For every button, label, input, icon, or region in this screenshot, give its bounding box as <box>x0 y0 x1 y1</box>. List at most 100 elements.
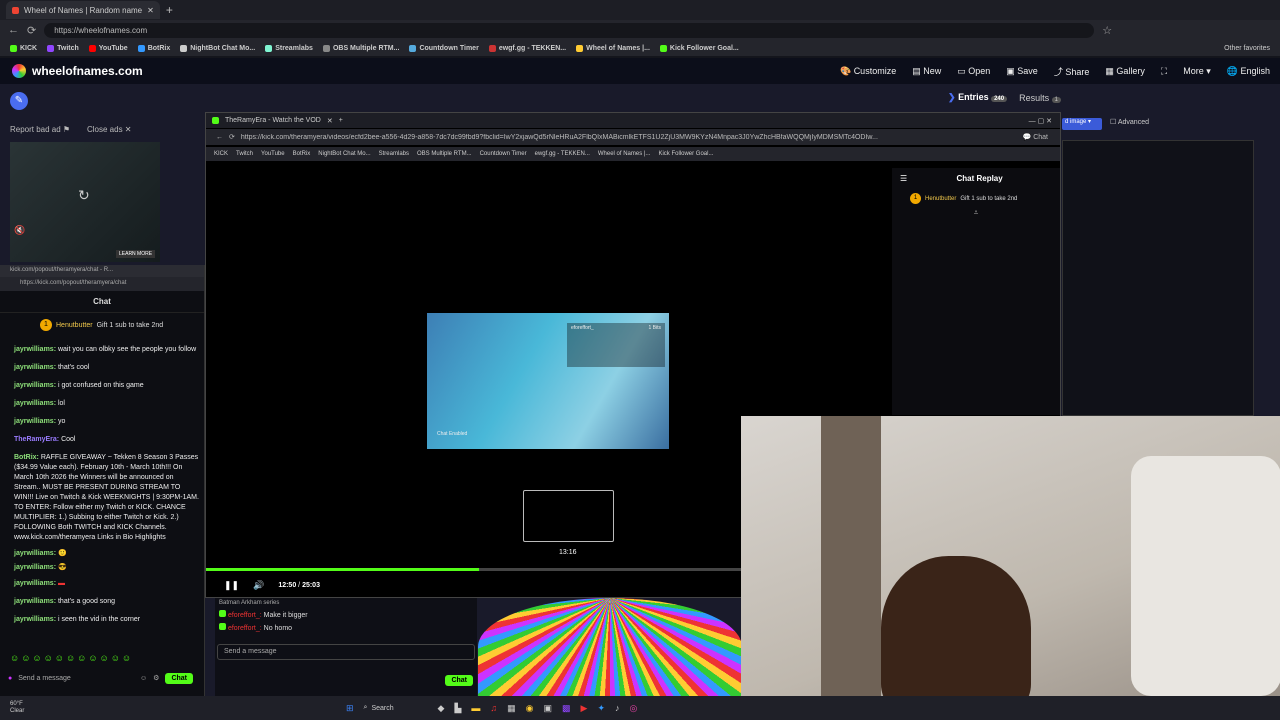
video-frame[interactable]: eforeffort_ 1 Bits Chat Enabled <box>427 313 669 449</box>
message-user[interactable]: jayrwilliams: <box>14 616 56 623</box>
browser-tab[interactable]: Wheel of Names | Random name ✕ <box>6 1 160 19</box>
bookmark-label[interactable]: KICK <box>214 151 228 157</box>
message-user[interactable]: jayrwilliams: <box>14 564 56 571</box>
chat-send-button[interactable]: Chat <box>165 672 193 684</box>
bookmark-label[interactable]: Wheel of Names |... <box>598 151 651 157</box>
bookmark-twitch[interactable]: Twitch <box>47 44 79 52</box>
message-user[interactable]: TheRamyEra: <box>14 436 59 443</box>
app-icon[interactable]: ▙ <box>454 703 461 714</box>
emoji-icon[interactable]: ☺ <box>140 675 147 682</box>
close-icon[interactable]: ✕ <box>147 6 154 15</box>
settings-icon[interactable]: ⚙ <box>153 674 159 682</box>
close-icon[interactable]: ✕ <box>327 117 333 125</box>
entries-textarea[interactable] <box>1062 140 1254 416</box>
bookmark-wheel[interactable]: Wheel of Names |... <box>576 44 650 52</box>
window-controls[interactable]: — ▢ ✕ <box>1029 117 1052 125</box>
url-field[interactable]: https://wheelofnames.com <box>44 22 1095 38</box>
back-icon[interactable]: ← <box>8 24 19 36</box>
wheel-spinner[interactable] <box>478 598 742 696</box>
add-image-button[interactable]: d image ▾ <box>1062 118 1102 130</box>
bookmark-streamlabs[interactable]: Streamlabs <box>265 44 313 52</box>
expand-icon[interactable]: ⩡ <box>892 208 1060 218</box>
mute-icon[interactable]: 🔇 <box>14 225 25 236</box>
bookmark-nightbot[interactable]: NightBot Chat Mo... <box>180 44 255 52</box>
menu-icon[interactable]: ☰ <box>900 174 907 183</box>
folder-icon[interactable]: ▬ <box>471 703 480 713</box>
message-user[interactable]: jayrwilliams: <box>14 346 56 353</box>
other-favorites[interactable]: Other favorites <box>1224 45 1270 52</box>
windows-start-icon[interactable]: ⊞ <box>346 703 354 714</box>
message-user[interactable]: jayrwilliams: <box>14 580 56 587</box>
bookmark-label[interactable]: Kick Follower Goal... <box>658 151 713 157</box>
reload-icon[interactable]: ⟳ <box>27 24 36 37</box>
taskbar-search[interactable]: ⌕ Search <box>364 704 428 712</box>
ad-video[interactable]: ↻ 🔇 LEARN MORE <box>10 142 160 262</box>
advanced-checkbox[interactable]: ☐ Advanced <box>1110 118 1149 126</box>
star-icon[interactable]: ☆ <box>1102 24 1112 37</box>
bookmark-label[interactable]: Streamlabs <box>379 151 409 157</box>
tab-results[interactable]: Results 1 <box>1019 93 1061 103</box>
bookmark-youtube[interactable]: YouTube <box>88 44 128 52</box>
bookmark-label[interactable]: OBS Multiple RTM... <box>417 151 472 157</box>
app-icon[interactable]: ▦ <box>507 703 516 714</box>
more-button[interactable]: More ▾ <box>1183 66 1211 77</box>
message-user[interactable]: eforeffort_: <box>228 625 262 632</box>
volume-icon[interactable]: 🔊 <box>253 580 264 591</box>
emote-bar[interactable]: ☺☺☺☺☺☺☺☺☺☺☺ <box>10 653 133 663</box>
customize-button[interactable]: 🎨 Customize <box>840 66 896 77</box>
bookmark-label[interactable]: BotRix <box>293 151 311 157</box>
chat-input[interactable]: Send a message <box>18 675 134 682</box>
message-user[interactable]: eforeffort_: <box>228 612 262 619</box>
message-user[interactable]: jayrwilliams: <box>14 418 56 425</box>
bookmark-label[interactable]: YouTube <box>261 151 285 157</box>
site-title[interactable]: wheelofnames.com <box>32 64 143 78</box>
fullscreen-icon[interactable]: ⛶ <box>1161 66 1167 77</box>
bookmark-label[interactable]: NightBot Chat Mo... <box>318 151 370 157</box>
message-user[interactable]: jayrwilliams: <box>14 382 56 389</box>
learn-more-button[interactable]: LEARN MORE <box>116 250 156 258</box>
tab-entries[interactable]: ❯ Entries 240 <box>948 92 1008 103</box>
message-user[interactable]: jayrwilliams: <box>14 364 56 371</box>
bookmark-label[interactable]: ewgf.gg - TEKKEN... <box>535 151 590 157</box>
app-icon[interactable]: ▩ <box>562 703 571 714</box>
app-icon[interactable]: ▣ <box>544 703 553 714</box>
bookmark-botrix[interactable]: BotRix <box>137 44 170 52</box>
pause-icon[interactable]: ❚❚ <box>224 580 239 591</box>
bookmark-kick[interactable]: KICK <box>10 44 37 52</box>
share-button[interactable]: ⤴ Share <box>1054 65 1090 78</box>
bookmark-obs[interactable]: OBS Multiple RTM... <box>322 44 399 52</box>
chat-input[interactable]: Send a message <box>217 644 475 660</box>
replay-icon[interactable]: ↻ <box>78 187 90 204</box>
message-user[interactable]: jayrwilliams: <box>14 400 56 407</box>
gallery-button[interactable]: ▦ Gallery <box>1105 66 1145 77</box>
instagram-icon[interactable]: ◎ <box>630 703 638 714</box>
message-user[interactable]: jayrwilliams: <box>14 550 56 557</box>
report-ad-link[interactable]: Report bad ad ⚑ <box>10 125 70 134</box>
app-icon[interactable]: ♫ <box>490 703 497 713</box>
bookmark-countdown[interactable]: Countdown Timer <box>409 44 479 52</box>
reload-icon[interactable]: ⟳ <box>229 133 235 141</box>
chat-send-button[interactable]: Chat <box>445 675 473 686</box>
seek-bar[interactable] <box>206 568 742 571</box>
bookmark-kick-goal[interactable]: Kick Follower Goal... <box>659 44 739 52</box>
bookmark-label[interactable]: Countdown Timer <box>480 151 527 157</box>
mic-icon[interactable]: ● <box>8 675 12 682</box>
bookmark-label[interactable]: Twitch <box>236 151 253 157</box>
new-tab-icon[interactable]: + <box>166 3 173 17</box>
open-button[interactable]: ▭ Open <box>957 66 990 77</box>
message-user[interactable]: BotRix: <box>14 454 39 461</box>
language-button[interactable]: 🌐 English <box>1227 66 1270 77</box>
vod-tab-title[interactable]: TheRamyEra - Watch the VOD <box>225 117 321 124</box>
new-tab-icon[interactable]: + <box>339 117 343 124</box>
new-button[interactable]: ▤ New <box>912 66 941 77</box>
back-icon[interactable]: ← <box>216 134 223 141</box>
chat-toggle-button[interactable]: 💬 Chat <box>1023 133 1048 141</box>
app-icon[interactable]: ◆ <box>438 703 445 714</box>
edit-icon[interactable]: ✎ <box>10 92 28 110</box>
weather-widget[interactable]: 60°F Clear <box>0 701 24 715</box>
bookmark-ewgf[interactable]: ewgf.gg - TEKKEN... <box>488 44 566 52</box>
save-button[interactable]: ▣ Save <box>1006 66 1038 77</box>
chrome-icon[interactable]: ◉ <box>526 703 534 714</box>
youtube-icon[interactable]: ▶ <box>581 703 588 714</box>
close-ads-link[interactable]: Close ads ✕ <box>87 125 132 134</box>
